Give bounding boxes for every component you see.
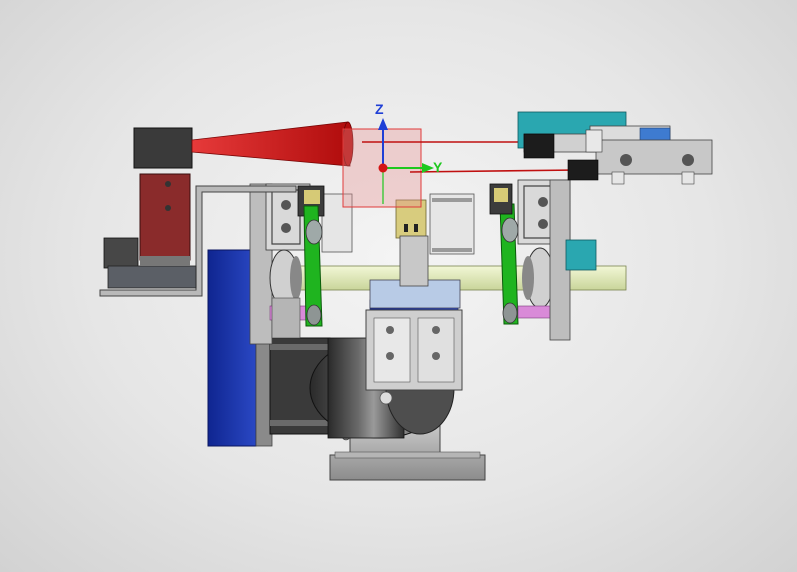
center-post[interactable] [395, 199, 429, 287]
left-drive-belt[interactable] [303, 205, 323, 327]
linear-rail[interactable] [281, 265, 627, 309]
y-axis-label: Y [433, 159, 443, 175]
center-cylinder-block[interactable] [365, 299, 463, 405]
cad-viewport[interactable]: Z Y [0, 0, 797, 572]
upper-right-cylinder[interactable] [517, 111, 713, 185]
z-axis-label: Z [375, 101, 384, 117]
cad-model-scene[interactable] [0, 0, 797, 572]
laser-beam-cone [191, 121, 354, 167]
right-drive-belt[interactable] [499, 203, 519, 325]
